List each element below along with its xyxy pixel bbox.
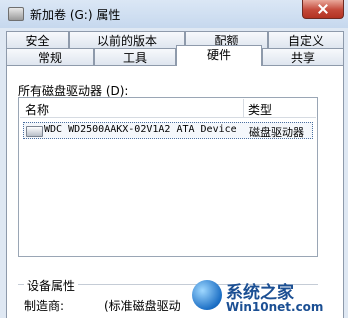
tab-customize[interactable]: 自定义 bbox=[268, 31, 344, 49]
drive-icon bbox=[8, 7, 24, 21]
tab-general[interactable]: 常规 bbox=[6, 48, 94, 66]
column-header-type[interactable]: 类型 bbox=[248, 101, 272, 118]
device-properties-label: 设备属性 bbox=[24, 277, 79, 294]
list-item[interactable]: WDC WD2500AAKX-02V1A2 ATA Device 磁盘驱动器 bbox=[23, 122, 313, 139]
tab-sharing[interactable]: 共享 bbox=[262, 48, 344, 66]
manufacturer-label: 制造商: bbox=[24, 299, 65, 313]
column-header-name[interactable]: 名称 bbox=[25, 101, 49, 118]
tab-previous-versions[interactable]: 以前的版本 bbox=[69, 31, 185, 49]
disk-drives-list[interactable]: 名称 类型 WDC WD2500AAKX-02V1A2 ATA Device 磁… bbox=[18, 97, 318, 257]
device-type: 磁盘驱动器 bbox=[249, 126, 304, 139]
manufacturer-value: (标准磁盘驱动 bbox=[104, 299, 181, 313]
tab-security[interactable]: 安全 bbox=[6, 31, 69, 49]
title-bar: 新加卷 (G:) 属性 bbox=[0, 0, 348, 28]
tab-tools[interactable]: 工具 bbox=[94, 48, 176, 66]
globe-logo-icon bbox=[192, 280, 222, 310]
watermark: 系统之家 Win10net.com bbox=[192, 278, 342, 316]
close-button[interactable] bbox=[302, 0, 344, 19]
column-separator[interactable] bbox=[243, 99, 244, 117]
watermark-subtitle: Win10net.com bbox=[226, 300, 324, 314]
list-header: 名称 类型 bbox=[20, 99, 316, 118]
device-name: WDC WD2500AAKX-02V1A2 ATA Device bbox=[44, 124, 237, 135]
window-title: 新加卷 (G:) 属性 bbox=[30, 8, 121, 22]
tab-hardware[interactable]: 硬件 bbox=[176, 45, 262, 66]
disk-drive-icon bbox=[26, 126, 43, 137]
